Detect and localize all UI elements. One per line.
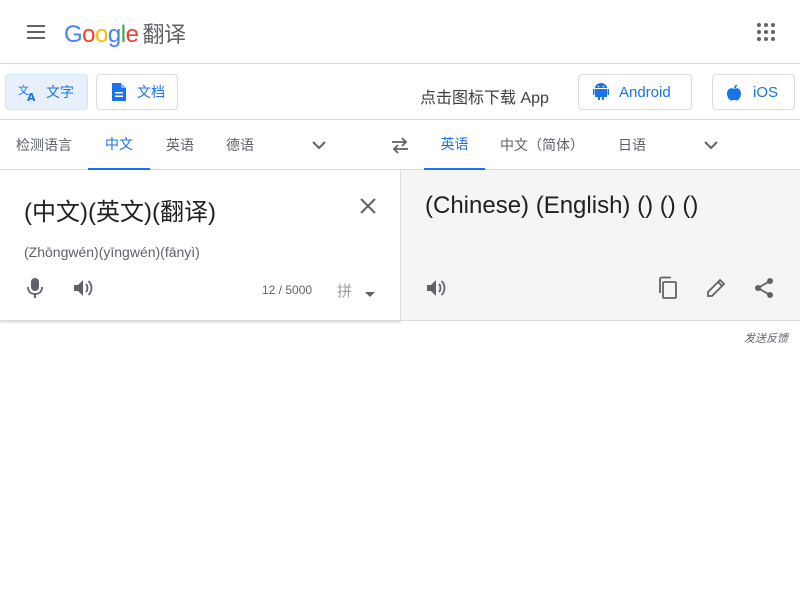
translation-output: (Chinese) (English) () () () xyxy=(425,192,699,219)
target-listen-speaker-icon[interactable] xyxy=(424,276,448,300)
swap-languages-icon[interactable] xyxy=(389,134,411,156)
target-lang-japanese[interactable]: 日语 xyxy=(612,120,652,170)
mode-document-label: 文档 xyxy=(137,84,165,100)
source-listen-speaker-icon[interactable] xyxy=(71,276,95,300)
target-lang-chinese-simplified[interactable]: 中文（简体） xyxy=(500,120,584,170)
source-lang-english[interactable]: 英语 xyxy=(160,120,200,170)
app-name: 翻译 xyxy=(142,22,186,47)
mode-text-label: 文字 xyxy=(46,84,74,100)
input-tool-dropdown-icon[interactable] xyxy=(365,285,375,297)
google-apps-icon[interactable] xyxy=(756,22,776,42)
target-lang-more-chevron-down-icon[interactable] xyxy=(702,136,720,154)
source-lang-chinese[interactable]: 中文 xyxy=(88,120,150,170)
svg-text:A: A xyxy=(27,91,36,102)
copy-icon[interactable] xyxy=(656,276,680,300)
target-lang-english[interactable]: 英语 xyxy=(424,120,485,170)
download-app-text: 点击图标下载 App xyxy=(420,90,549,107)
microphone-icon[interactable] xyxy=(23,276,47,300)
source-text-input[interactable]: (中文)(英文)(翻译) xyxy=(24,192,216,227)
ios-label: iOS xyxy=(753,83,779,101)
android-label: Android xyxy=(619,83,671,101)
character-count: 12 / 5000 xyxy=(262,283,313,297)
translate-icon: 文A xyxy=(18,82,38,102)
source-lang-detect[interactable]: 检测语言 xyxy=(16,120,72,170)
android-app-button[interactable]: Android xyxy=(578,74,692,110)
app-header: Google 翻译 xyxy=(0,0,800,64)
edit-pencil-icon[interactable] xyxy=(704,276,728,300)
clear-source-close-icon[interactable] xyxy=(357,195,379,217)
hamburger-menu-icon[interactable] xyxy=(24,22,48,42)
google-translate-logo[interactable]: Google 翻译 xyxy=(64,17,186,49)
source-lang-german[interactable]: 德语 xyxy=(220,120,260,170)
target-panel: (Chinese) (English) () () () xyxy=(401,170,800,321)
source-lang-more-chevron-down-icon[interactable] xyxy=(310,136,328,154)
pinyin-input-tool[interactable]: 拼 xyxy=(337,280,352,301)
android-icon xyxy=(593,83,609,101)
source-romanization: (Zhōngwén)(yīngwén)(fānyì) xyxy=(24,244,200,260)
share-icon[interactable] xyxy=(752,276,776,300)
mode-text-button[interactable]: 文A 文字 xyxy=(5,74,88,110)
apple-icon xyxy=(727,83,743,101)
ios-app-button[interactable]: iOS xyxy=(712,74,795,110)
mode-document-button[interactable]: 文档 xyxy=(96,74,178,110)
document-icon xyxy=(109,82,129,102)
send-feedback-link[interactable]: 发送反馈 xyxy=(744,330,788,346)
